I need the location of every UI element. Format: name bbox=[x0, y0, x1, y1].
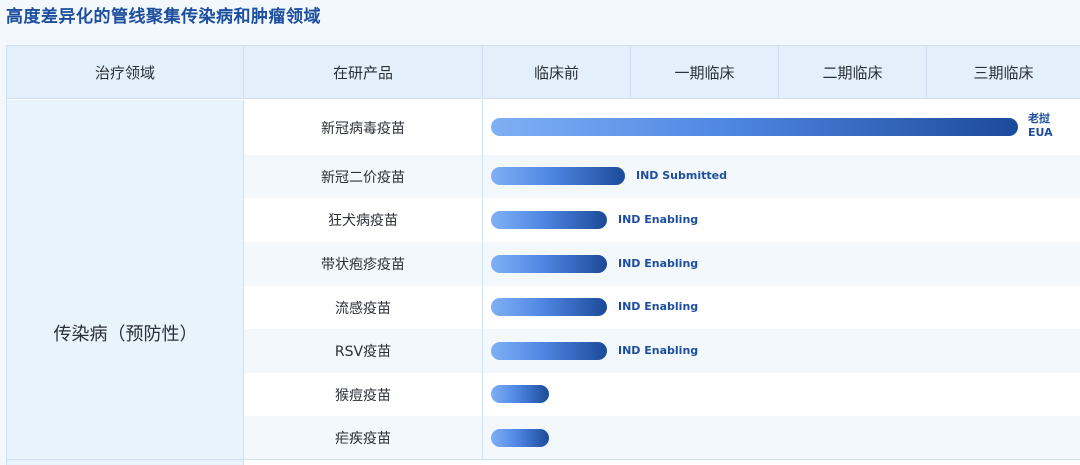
area-cell: 传染病（预防性） bbox=[7, 100, 244, 465]
product-name: 新冠病毒疫苗 bbox=[244, 100, 483, 155]
status-label: 老挝 EUA bbox=[1028, 112, 1053, 140]
table-row: 疟疾疫苗 bbox=[244, 416, 1080, 460]
progress-bar bbox=[491, 298, 607, 316]
status-label: IND Enabling bbox=[618, 344, 699, 357]
progress-bar bbox=[491, 255, 607, 273]
header-product: 在研产品 bbox=[244, 46, 483, 99]
page-title: 高度差异化的管线聚集传染病和肿瘤领域 bbox=[6, 7, 321, 27]
status-label: IND Submitted bbox=[636, 169, 727, 182]
row-divider bbox=[7, 459, 1080, 460]
progress-bar bbox=[491, 211, 607, 229]
table-row: 流感疫苗 IND Enabling bbox=[244, 286, 1080, 329]
header-stage-phase1: 一期临床 bbox=[631, 46, 779, 99]
area-label: 传染病（预防性） bbox=[53, 324, 198, 345]
product-name: 猴痘疫苗 bbox=[244, 373, 483, 416]
status-line-2: EUA bbox=[1028, 126, 1053, 139]
progress-bar bbox=[491, 385, 549, 403]
product-name: 新冠二价疫苗 bbox=[244, 155, 483, 198]
table-row: 带状疱疹疫苗 IND Enabling bbox=[244, 242, 1080, 286]
status-line-1: 老挝 bbox=[1028, 112, 1050, 125]
progress-bar bbox=[491, 118, 1018, 136]
table-row: 新冠病毒疫苗 老挝 EUA bbox=[244, 100, 1080, 155]
progress-bar bbox=[491, 429, 549, 447]
header-stage-phase3: 三期临床 bbox=[927, 46, 1080, 99]
table-row: 狂犬病疫苗 IND Enabling bbox=[244, 198, 1080, 242]
product-name: 狂犬病疫苗 bbox=[244, 198, 483, 242]
product-name: 带状疱疹疫苗 bbox=[244, 242, 483, 286]
status-label: IND Enabling bbox=[618, 300, 699, 313]
header-area: 治疗领域 bbox=[7, 46, 244, 99]
progress-bar bbox=[491, 167, 625, 185]
table-row: 猴痘疫苗 bbox=[244, 373, 1080, 416]
pipeline-table: 治疗领域 在研产品 临床前 一期临床 二期临床 三期临床 传染病（预防性） 新冠… bbox=[6, 45, 1080, 465]
table-row: 新冠二价疫苗 IND Submitted bbox=[244, 155, 1080, 198]
header-stage-preclinical: 临床前 bbox=[483, 46, 631, 99]
progress-bar bbox=[491, 342, 607, 360]
product-name: RSV疫苗 bbox=[244, 329, 483, 373]
header-stage-phase2: 二期临床 bbox=[779, 46, 927, 99]
product-name: 疟疾疫苗 bbox=[244, 416, 483, 460]
status-label: IND Enabling bbox=[618, 257, 699, 270]
product-name: 流感疫苗 bbox=[244, 286, 483, 329]
table-row: RSV疫苗 IND Enabling bbox=[244, 329, 1080, 373]
status-label: IND Enabling bbox=[618, 213, 699, 226]
